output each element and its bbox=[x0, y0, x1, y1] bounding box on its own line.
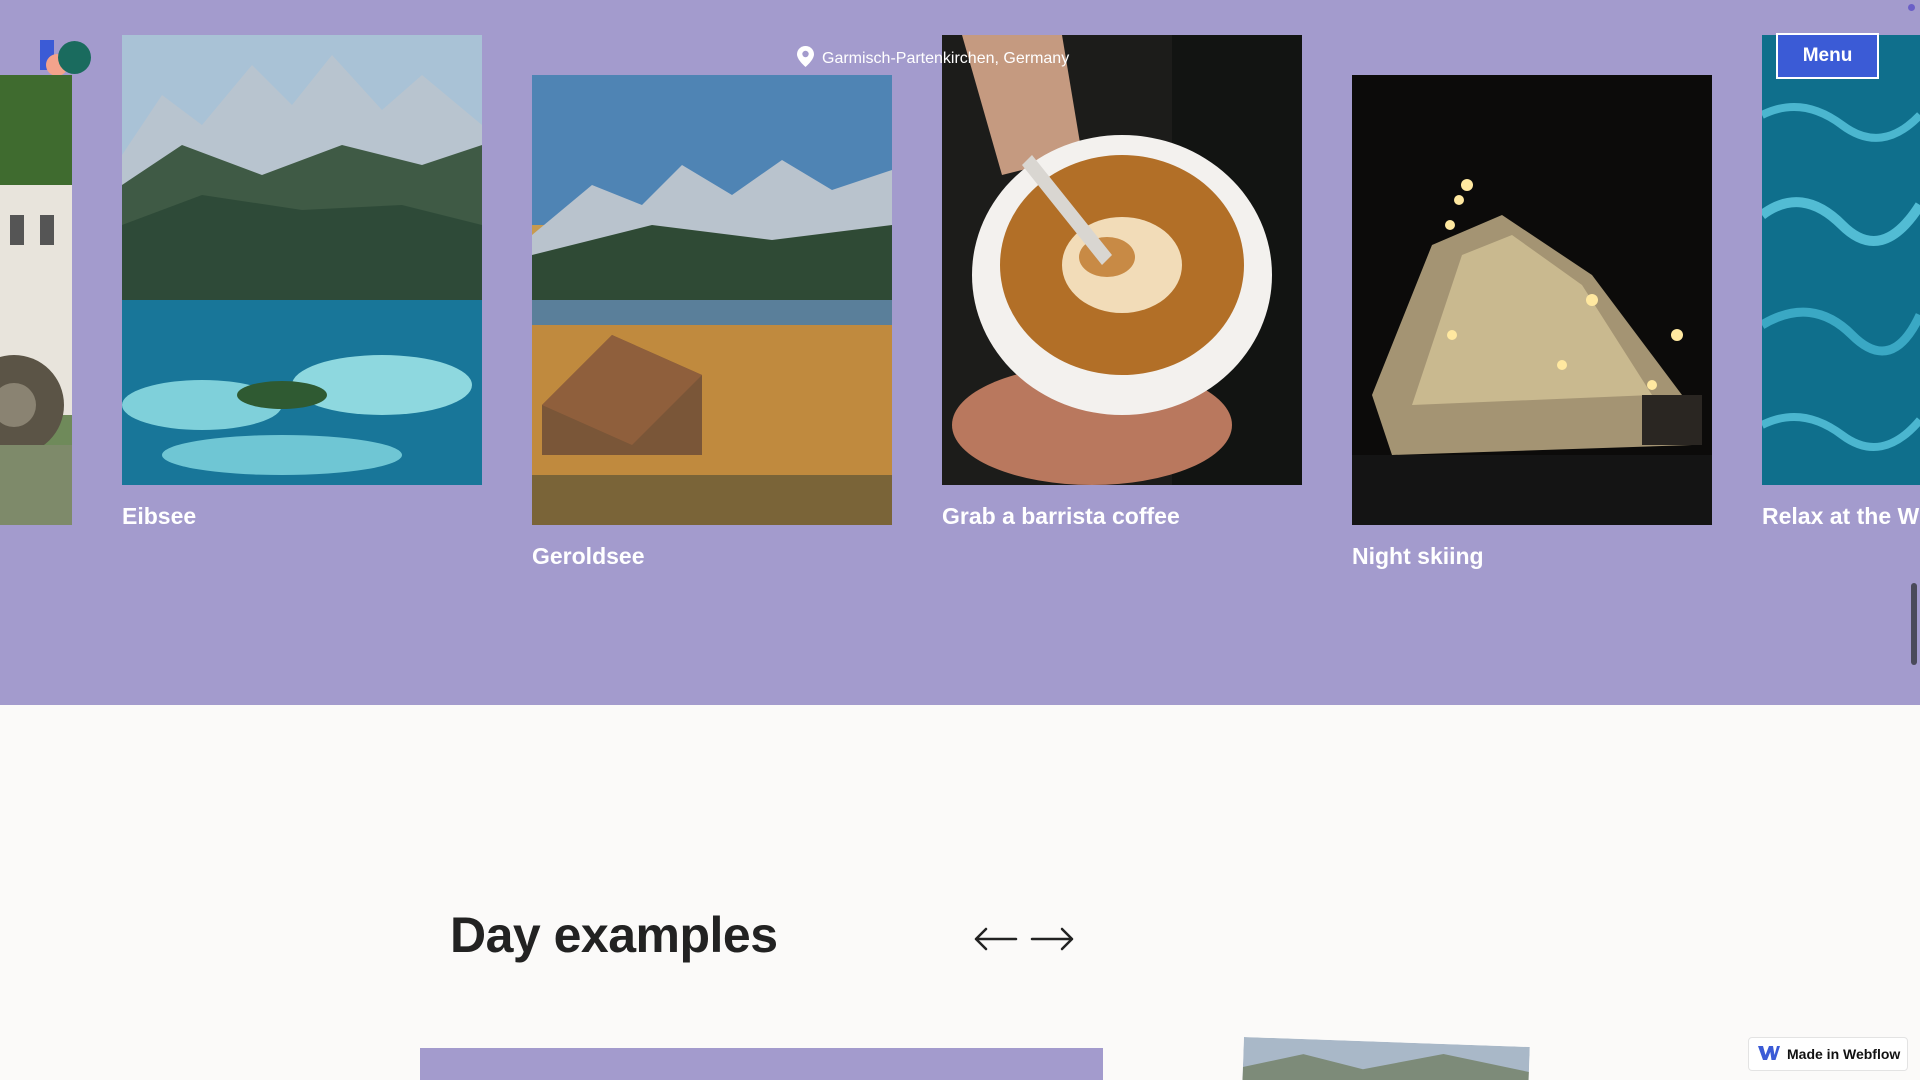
carousel-card[interactable]: Eibsee bbox=[122, 35, 482, 529]
card-photo-night-skiing bbox=[1352, 75, 1712, 525]
day-examples-heading: Day examples bbox=[450, 907, 778, 963]
card-title: Geroldsee bbox=[532, 543, 645, 569]
carousel-card[interactable] bbox=[0, 75, 72, 525]
logo-shape-green bbox=[58, 41, 91, 74]
card-photo-coffee bbox=[942, 35, 1302, 485]
carousel-card[interactable]: Night skiing bbox=[1352, 75, 1712, 569]
made-in-webflow-badge[interactable]: Made in Webflow bbox=[1748, 1037, 1908, 1071]
arrow-right-icon[interactable] bbox=[1030, 922, 1076, 956]
menu-button[interactable]: Menu bbox=[1776, 33, 1879, 79]
card-photo-eibsee bbox=[122, 35, 482, 485]
location-label: Garmisch-Partenkirchen, Germany bbox=[797, 46, 1069, 72]
day-example-card[interactable] bbox=[420, 1048, 1103, 1080]
day-example-photo[interactable] bbox=[1242, 1037, 1530, 1080]
card-photo-relax bbox=[1762, 35, 1920, 485]
card-title: Eibsee bbox=[122, 503, 197, 529]
site-logo[interactable] bbox=[38, 38, 94, 78]
location-pin-icon bbox=[797, 46, 814, 72]
scrollbar-thumb[interactable] bbox=[1911, 583, 1917, 665]
webflow-logo-icon bbox=[1758, 1045, 1780, 1064]
carousel-card[interactable]: Geroldsee bbox=[532, 75, 892, 569]
card-photo-geroldsee bbox=[532, 75, 892, 525]
corner-indicator bbox=[1908, 4, 1915, 11]
card-title: Night skiing bbox=[1352, 543, 1484, 569]
carousel-card[interactable]: Relax at the W bbox=[1762, 35, 1920, 529]
carousel-card[interactable]: Grab a barrista coffee bbox=[942, 35, 1302, 529]
arrow-left-icon[interactable] bbox=[972, 922, 1018, 956]
card-title: Grab a barrista coffee bbox=[942, 503, 1180, 529]
location-text: Garmisch-Partenkirchen, Germany bbox=[822, 50, 1070, 67]
card-photo-farm bbox=[0, 75, 72, 525]
card-title: Relax at the W bbox=[1762, 503, 1920, 529]
webflow-badge-label: Made in Webflow bbox=[1787, 1046, 1901, 1062]
hero-carousel-section: Garmisch-Partenkirchen, Germany Menu Eib… bbox=[0, 0, 1920, 705]
